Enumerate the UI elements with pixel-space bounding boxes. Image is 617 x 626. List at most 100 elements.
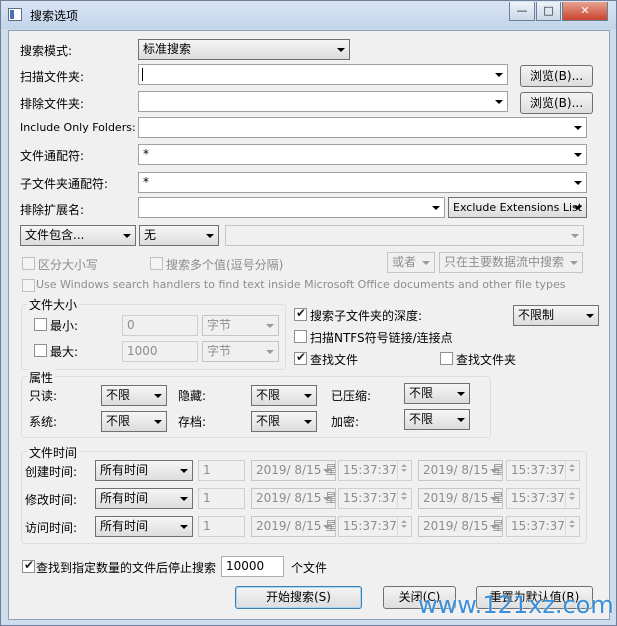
subfolder-depth-dropdown[interactable]: 不限制 [513, 305, 599, 326]
system-value: 不限 [106, 414, 131, 428]
spinner-icon[interactable] [397, 462, 410, 479]
archive-dropdown[interactable]: 不限 [251, 411, 317, 432]
chevron-down-icon [180, 497, 188, 501]
exclude-ext-mode-dropdown[interactable]: Exclude Extensions List [448, 197, 587, 218]
chevron-down-icon [266, 350, 274, 354]
exclude-folders-input[interactable] [138, 91, 508, 112]
start-time-input[interactable]: 15:37:37 [338, 516, 412, 537]
multi-values-checkbox[interactable] [150, 257, 163, 270]
max-size-input[interactable]: 1000 [122, 341, 198, 362]
min-size-checkbox[interactable] [34, 318, 47, 331]
start-date-picker[interactable]: 2019/ 8/15 星 [251, 488, 336, 509]
end-date-picker[interactable]: 2019/ 8/15 星 [418, 460, 503, 481]
end-time-input[interactable]: 15:37:37 [506, 516, 580, 537]
spinner-icon[interactable] [565, 518, 578, 535]
end-time-input[interactable]: 15:37:37 [506, 488, 580, 509]
min-size-unit-value: 字节 [207, 318, 232, 332]
time-mode-value: 所有时间 [100, 491, 149, 505]
min-size-label: 最小: [50, 319, 79, 333]
file-time-title: 文件时间 [27, 444, 80, 461]
stop-after-count-input[interactable]: 10000 [221, 556, 284, 577]
start-date-picker[interactable]: 2019/ 8/15 星 [251, 516, 336, 537]
compressed-value: 不限 [409, 386, 434, 400]
minimize-button[interactable]: — [509, 2, 535, 21]
or-dropdown[interactable]: 或者 [387, 252, 435, 273]
chevron-down-icon [490, 469, 498, 473]
search-mode-label: 搜索模式: [20, 44, 73, 58]
contains-type-value: 文件包含... [25, 228, 85, 242]
start-time-input[interactable]: 15:37:37 [338, 460, 412, 481]
subfolder-wildcard-input[interactable]: * [138, 172, 587, 193]
include-only-label: Include Only Folders: [20, 121, 136, 134]
scan-folders-input[interactable] [138, 64, 508, 85]
start-date-picker[interactable]: 2019/ 8/15 星 [251, 460, 336, 481]
chevron-down-icon [432, 206, 440, 210]
hidden-dropdown[interactable]: 不限 [251, 385, 317, 406]
title-bar[interactable]: 搜索选项 — □ ✕ [1, 1, 616, 29]
time-count-input[interactable]: 1 [198, 488, 245, 509]
end-date-picker[interactable]: 2019/ 8/15 星 [418, 488, 503, 509]
time-count-input[interactable]: 1 [198, 460, 245, 481]
subfolder-depth-value: 不限制 [518, 308, 555, 322]
chevron-down-icon [304, 394, 312, 398]
subfolder-depth-checkbox[interactable]: ✔ [294, 306, 307, 321]
encrypted-dropdown[interactable]: 不限 [404, 409, 470, 430]
max-size-checkbox[interactable] [34, 344, 47, 357]
start-search-button[interactable]: 开始搜索(S) [235, 586, 362, 609]
hidden-value: 不限 [256, 388, 281, 402]
multi-values-label: 搜索多个值(逗号分隔) [166, 258, 284, 272]
browse-exclude-button[interactable]: 浏览(B)... [520, 92, 593, 114]
time-count-input[interactable]: 1 [198, 516, 245, 537]
readonly-value: 不限 [106, 388, 131, 402]
chevron-down-icon [574, 153, 582, 157]
exclude-ext-input[interactable] [138, 197, 445, 218]
end-time-input[interactable]: 15:37:37 [506, 460, 580, 481]
spinner-icon[interactable] [397, 518, 410, 535]
browse-scan-button[interactable]: 浏览(B)... [520, 65, 593, 87]
find-folders-checkbox[interactable] [440, 352, 453, 365]
min-size-unit-dropdown[interactable]: 字节 [202, 315, 279, 336]
checkmark-icon: ✔ [296, 350, 307, 364]
end-time-value: 15:37:37 [511, 463, 565, 477]
time-mode-dropdown[interactable]: 所有时间 [95, 516, 193, 537]
data-stream-dropdown[interactable]: 只在主要数据流中搜索 [439, 252, 583, 273]
min-size-input[interactable]: 0 [122, 315, 198, 336]
stop-after-unit: 个文件 [291, 561, 328, 575]
contains-type-dropdown[interactable]: 文件包含... [20, 225, 136, 246]
scan-ntfs-checkbox[interactable] [294, 330, 307, 343]
chevron-down-icon [574, 126, 582, 130]
maximize-button[interactable]: □ [536, 2, 561, 21]
exclude-ext-label: 排除扩展名: [20, 203, 85, 217]
windows-handlers-checkbox[interactable] [22, 279, 35, 292]
search-mode-dropdown[interactable]: 标准搜索 [138, 39, 350, 60]
max-size-unit-dropdown[interactable]: 字节 [202, 341, 279, 362]
spinner-icon[interactable] [565, 490, 578, 507]
chevron-down-icon [206, 234, 214, 238]
subfolder-wildcard-value: * [143, 175, 149, 189]
system-dropdown[interactable]: 不限 [101, 411, 167, 432]
time-mode-dropdown[interactable]: 所有时间 [95, 460, 193, 481]
spinner-icon[interactable] [397, 490, 410, 507]
find-files-checkbox[interactable]: ✔ [294, 350, 307, 365]
contains-mode-dropdown[interactable]: 无 [139, 225, 219, 246]
compressed-dropdown[interactable]: 不限 [404, 383, 470, 404]
spinner-icon[interactable] [565, 462, 578, 479]
readonly-dropdown[interactable]: 不限 [101, 385, 167, 406]
start-time-input[interactable]: 15:37:37 [338, 488, 412, 509]
find-folders-label: 查找文件夹 [456, 353, 517, 367]
close-window-button[interactable]: ✕ [562, 2, 608, 21]
file-wildcard-label: 文件通配符: [20, 149, 85, 163]
readonly-label: 只读: [29, 389, 58, 403]
file-wildcard-input[interactable]: * [138, 144, 587, 165]
max-size-label: 最大: [50, 345, 79, 359]
contains-text-input[interactable] [225, 225, 584, 246]
time-mode-dropdown[interactable]: 所有时间 [95, 488, 193, 509]
end-date-picker[interactable]: 2019/ 8/15 星 [418, 516, 503, 537]
include-only-input[interactable] [138, 117, 587, 138]
chevron-down-icon [490, 525, 498, 529]
stop-after-checkbox[interactable]: ✔ [22, 558, 35, 573]
checkmark-icon: ✔ [24, 558, 35, 572]
time-mode-value: 所有时间 [100, 519, 149, 533]
case-sensitive-checkbox[interactable] [22, 257, 35, 270]
chevron-down-icon [490, 497, 498, 501]
